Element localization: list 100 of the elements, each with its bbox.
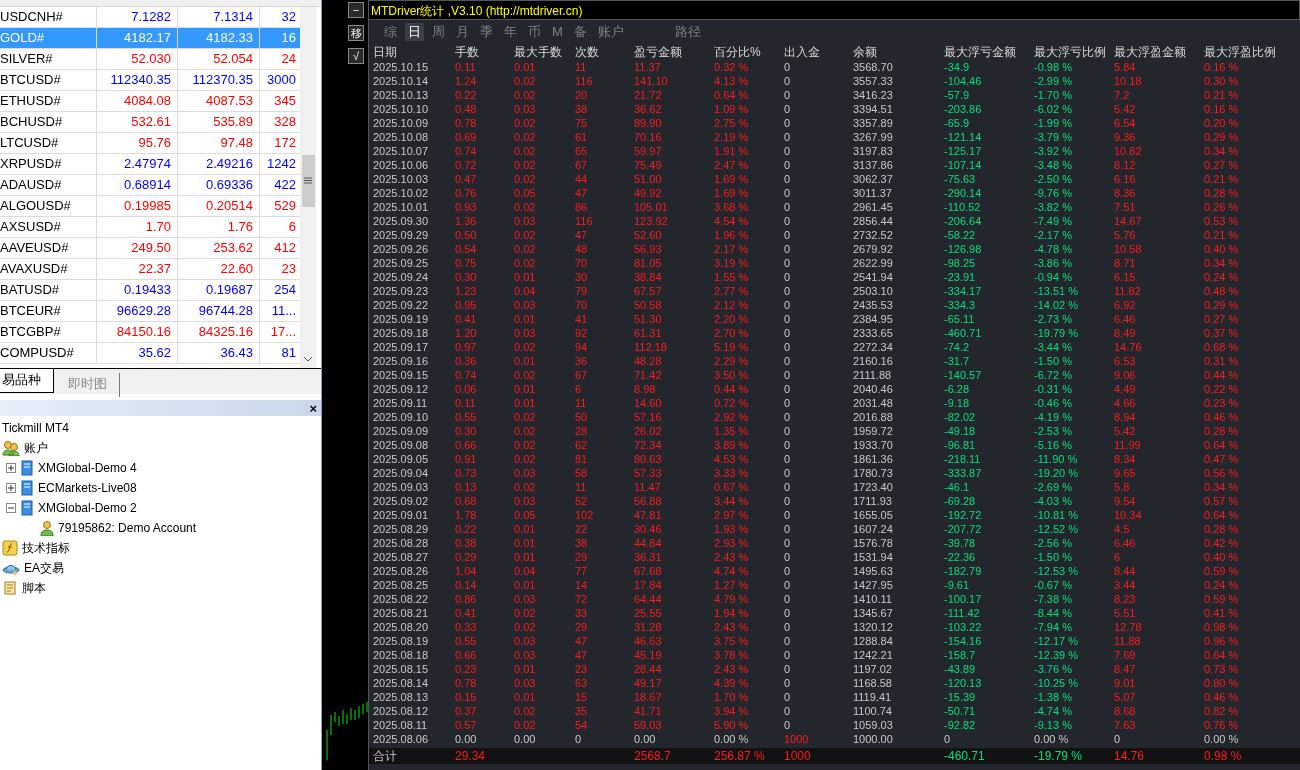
tab[interactable]: 月 — [453, 23, 472, 41]
expander-icon[interactable] — [6, 503, 16, 513]
table-cell-text: 71.42 — [634, 368, 663, 382]
tree-item[interactable]: 技术指标 — [22, 539, 70, 557]
table-cell-text: -12.17 % — [1034, 634, 1080, 648]
table-cell-text: 2622.99 — [853, 256, 894, 270]
quote-row[interactable]: COMPUSD# 35.62 36.43 81 — [0, 343, 300, 364]
quote-row[interactable]: AXSUSD# 1.70 1.76 6 — [0, 217, 300, 238]
table-cell-text: 0 — [784, 116, 792, 130]
table-cell-text: 61.31 — [634, 326, 663, 340]
close-button[interactable]: × — [309, 401, 317, 415]
side-button[interactable]: 移 — [348, 25, 364, 41]
scroll-down-icon[interactable] — [303, 354, 313, 364]
table-cell-text: 3.75 % — [714, 634, 750, 648]
bid-cell: 0.19985 — [97, 196, 178, 216]
quote-row[interactable]: ETHUSD# 4084.08 4087.53 345 — [0, 91, 300, 112]
table-cell-text: -14.02 % — [1034, 298, 1080, 312]
table-cell-text: 2.92 % — [714, 410, 750, 424]
side-button[interactable]: − — [348, 2, 364, 18]
table-cell-text: 1.93 % — [714, 522, 750, 536]
spread-cell-text: 16 — [280, 29, 297, 47]
side-button[interactable]: √ — [348, 48, 364, 64]
table-cell-text: 2.43 % — [714, 620, 750, 634]
table-cell-text: 2025.08.25 — [373, 578, 430, 592]
tab[interactable]: 路径 — [671, 23, 704, 41]
table-cell-text: 92 — [575, 326, 589, 340]
table-cell-text: 2016.88 — [853, 410, 894, 424]
tab[interactable]: 日 — [405, 23, 424, 41]
quote-row[interactable]: BTCGBP# 84150.16 84325.16 17... — [0, 322, 300, 343]
tab[interactable]: 备 — [570, 23, 590, 41]
expander-icon[interactable] — [6, 463, 16, 473]
tab[interactable]: 账户 — [594, 23, 627, 41]
tree-item[interactable]: XMGlobal-Demo 2 — [38, 499, 137, 517]
table-cell-text: 67.68 — [634, 564, 663, 578]
table-cell-text: 9.65 — [1114, 466, 1137, 480]
quote-row[interactable]: BCHUSD# 532.61 535.89 328 — [0, 112, 300, 133]
quote-row[interactable]: BATUSD# 0.19433 0.19687 254 — [0, 280, 300, 301]
server-icon — [20, 460, 34, 476]
tree-item[interactable]: XMGlobal-Demo 4 — [38, 459, 137, 477]
quote-row[interactable]: SILVER# 52.030 52.054 24 — [0, 49, 300, 70]
table-cell-text: -460.71 — [944, 748, 986, 764]
quote-row[interactable]: BTCEUR# 96629.28 96744.28 11... — [0, 301, 300, 322]
tree-item[interactable]: 脚本 — [22, 579, 46, 597]
table-cell-text: 36.62 — [634, 102, 663, 116]
tree-item[interactable]: ECMarkets-Live08 — [38, 479, 137, 497]
table-cell-text: 0 — [784, 256, 792, 270]
ask-cell: 4182.33 — [178, 28, 260, 48]
table-cell-text: -34.9 — [944, 60, 971, 74]
tab[interactable]: 币 — [525, 23, 544, 41]
table-cell-text: 1933.70 — [853, 438, 894, 452]
tree-item[interactable]: 79195862: Demo Account — [58, 519, 197, 537]
table-cell-text: 51.00 — [634, 172, 663, 186]
tree-item[interactable]: Tickmill MT4 — [2, 419, 69, 437]
tab[interactable]: 季 — [477, 23, 496, 41]
table-cell-text: 2.93 % — [714, 536, 750, 550]
table-cell-text: 21.72 — [634, 88, 663, 102]
tab[interactable]: 年 — [501, 23, 520, 41]
table-cell-text: 0.03 — [514, 326, 537, 340]
table-cell-text: 29 — [575, 620, 589, 634]
quote-row[interactable]: ALGOUSD# 0.19985 0.20514 529 — [0, 196, 300, 217]
quote-row[interactable]: USDCNH# 7.1282 7.1314 32 — [0, 7, 300, 28]
table-cell-text: 1242.21 — [853, 648, 894, 662]
table-cell-text: -2.53 % — [1034, 424, 1073, 438]
tree-item[interactable]: EA交易 — [24, 559, 64, 577]
table-cell-text: -2.99 % — [1034, 74, 1073, 88]
tab[interactable]: 综 — [381, 23, 400, 41]
scroll-thumb[interactable] — [301, 154, 315, 207]
quote-row[interactable]: BTCUSD# 112340.35 112370.35 3000 — [0, 70, 300, 91]
table-cell-text: 3.94 % — [714, 704, 750, 718]
table-cell-text: 8.44 — [1114, 564, 1137, 578]
table-cell-text: -460.71 — [944, 326, 983, 340]
table-cell-text: 2025.08.29 — [373, 522, 430, 536]
table-cell-text: 79 — [575, 284, 589, 298]
quote-row[interactable]: XRPUSD# 2.47974 2.49216 1242 — [0, 154, 300, 175]
table-cell-text: 0.01 — [514, 662, 537, 676]
quote-row[interactable]: LTCUSD# 95.76 97.48 172 — [0, 133, 300, 154]
scrollbar[interactable] — [300, 7, 316, 368]
table-cell-text: -49.18 — [944, 424, 977, 438]
quote-row[interactable]: ADAUSD# 0.68914 0.69336 422 — [0, 175, 300, 196]
tab[interactable]: 易品种 — [0, 369, 54, 393]
table-cell-text: -334.3 — [944, 298, 977, 312]
table-cell-text: -65.11 — [944, 312, 976, 326]
tab[interactable]: 周 — [429, 23, 448, 41]
quote-row[interactable]: AVAXUSD# 22.37 22.60 23 — [0, 259, 300, 280]
table-cell-text: 0.31 % — [1204, 354, 1240, 368]
symbol-cell: GOLD# — [0, 28, 97, 48]
table-cell-text: 0.37 — [455, 704, 478, 718]
table-cell-text: 0.02 — [514, 158, 537, 172]
table-cell-text: 1723.40 — [853, 480, 894, 494]
quote-row[interactable]: AAVEUSD# 249.50 253.62 412 — [0, 238, 300, 259]
table-cell-text: -140.57 — [944, 368, 983, 382]
tree-item[interactable]: 账户 — [24, 439, 48, 457]
table-cell-text: -192.72 — [944, 508, 983, 522]
expander-icon[interactable] — [6, 483, 16, 493]
tab[interactable]: M — [549, 23, 566, 41]
table-cell-text: 0 — [575, 732, 583, 746]
table-cell-text: -74.2 — [944, 340, 971, 354]
table-cell-text: 0.72 % — [714, 396, 750, 410]
symbol-cell: USDCNH# — [0, 7, 97, 27]
indicator-title: MTDriver统计 ,V3.10 (http://mtdriver.cn) — [368, 0, 1300, 20]
